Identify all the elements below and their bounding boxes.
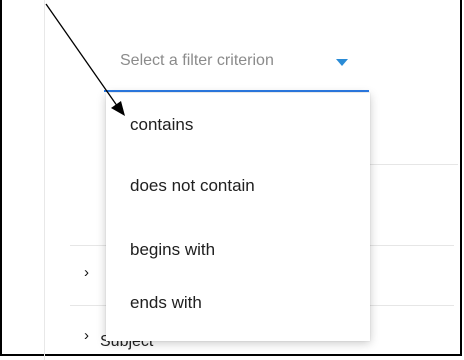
chevron-down-icon[interactable] bbox=[336, 59, 348, 66]
filter-criterion-menu: contains does not contain begins with en… bbox=[106, 93, 370, 341]
menu-item-begins-with[interactable]: begins with bbox=[106, 230, 370, 270]
chevron-right-icon[interactable]: › bbox=[84, 327, 89, 344]
menu-item-does-not-contain[interactable]: does not contain bbox=[106, 166, 370, 206]
menu-item-contains[interactable]: contains bbox=[106, 105, 370, 145]
filter-criterion-select[interactable]: Select a filter criterion bbox=[104, 42, 369, 92]
chevron-right-icon[interactable]: › bbox=[84, 264, 89, 281]
menu-item-ends-with[interactable]: ends with bbox=[106, 283, 370, 323]
divider bbox=[370, 164, 458, 165]
panel-divider bbox=[44, 0, 45, 360]
filter-criterion-placeholder: Select a filter criterion bbox=[120, 52, 274, 69]
